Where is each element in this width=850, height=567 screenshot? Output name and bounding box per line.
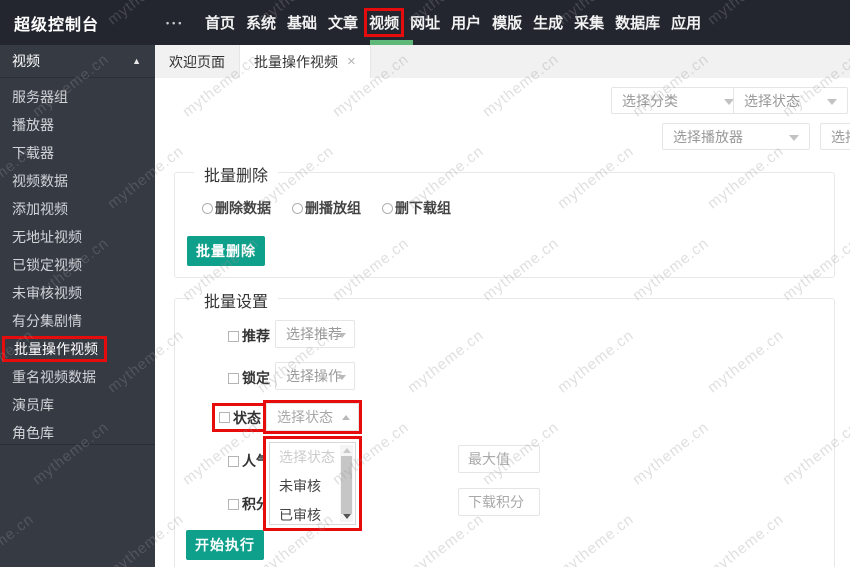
batch-delete-section: 批量删除 (174, 172, 835, 278)
sidebar-item-locked-video[interactable]: 已锁定视频 (0, 251, 155, 279)
chevron-down-icon (338, 375, 346, 380)
nav-item-basic[interactable]: 基础 (282, 10, 322, 35)
downloader-select[interactable]: 选择下载器 (820, 123, 850, 150)
sidebar-item-downloader[interactable]: 下载器 (0, 139, 155, 167)
sidebar-item-no-address-video[interactable]: 无地址视频 (0, 223, 155, 251)
chevron-down-icon (338, 333, 346, 338)
checkbox-icon (228, 499, 239, 510)
radio-delete-data[interactable]: 删除数据 (202, 198, 271, 218)
annotation-box-status-select: 选择状态 (263, 400, 362, 434)
nav-item-article[interactable]: 文章 (323, 10, 363, 35)
recommend-select[interactable]: 选择推荐 (275, 320, 355, 348)
lock-select[interactable]: 选择操作 (275, 362, 355, 390)
radio-delete-download-group[interactable]: 删下载组 (382, 198, 451, 218)
sidebar-item-add-video[interactable]: 添加视频 (0, 195, 155, 223)
tab-batch-operate-video[interactable]: 批量操作视频 × (239, 45, 371, 78)
scroll-down-icon[interactable] (343, 514, 351, 519)
batch-set-legend: 批量设置 (194, 288, 278, 312)
dropdown-scrollbar[interactable] (340, 445, 353, 522)
nav-item-website[interactable]: 网址 (405, 10, 445, 35)
run-button[interactable]: 开始执行 (186, 530, 264, 560)
close-icon[interactable]: × (347, 54, 356, 69)
active-nav-underline (370, 40, 413, 45)
checkbox-icon (219, 412, 230, 423)
radio-delete-play-group[interactable]: 删播放组 (292, 198, 361, 218)
chevron-up-icon: ▲ (132, 56, 141, 66)
recommend-checkbox[interactable]: 推荐 (228, 326, 270, 346)
sidebar-divider (0, 444, 155, 445)
more-icon[interactable]: ••• (166, 0, 184, 45)
admin-console-window: 超级控制台 ••• 首页 系统 基础 文章 视频 网址 用户 模版 生成 采集 … (0, 0, 850, 567)
nav-item-app[interactable]: 应用 (666, 10, 706, 35)
sidebar-menu: 服务器组 播放器 下载器 视频数据 添加视频 无地址视频 已锁定视频 未审核视频… (0, 78, 155, 447)
nav-item-template[interactable]: 模版 (487, 10, 527, 35)
player-select[interactable]: 选择播放器 (662, 123, 810, 150)
sidebar-item-player[interactable]: 播放器 (0, 111, 155, 139)
tab-welcome[interactable]: 欢迎页面 (155, 45, 239, 78)
top-nav: 首页 系统 基础 文章 视频 网址 用户 模版 生成 采集 数据库 应用 (200, 0, 707, 45)
status-dropdown-list: 选择状态 未审核 已审核 (269, 442, 356, 525)
checkbox-icon (228, 331, 239, 342)
checkbox-icon (228, 373, 239, 384)
radio-icon (202, 203, 213, 214)
annotation-box-sidebar: 批量操作视频 (2, 336, 107, 362)
chevron-down-icon (827, 99, 837, 105)
nav-item-database[interactable]: 数据库 (610, 10, 665, 35)
sidebar-item-actor-library[interactable]: 演员库 (0, 391, 155, 419)
scroll-up-icon[interactable] (343, 448, 351, 453)
nav-item-collect[interactable]: 采集 (569, 10, 609, 35)
nav-item-user[interactable]: 用户 (446, 10, 486, 35)
points-input[interactable] (458, 488, 540, 516)
annotation-box-status-dropdown: 选择状态 未审核 已审核 (263, 436, 362, 531)
popularity-max-input[interactable] (458, 445, 540, 473)
sidebar: 视频 ▲ 服务器组 播放器 下载器 视频数据 添加视频 无地址视频 已锁定视频 … (0, 45, 155, 567)
app-title: 超级控制台 (14, 11, 99, 35)
status-filter-select[interactable]: 选择状态 (733, 87, 848, 114)
sidebar-group-label: 视频 (12, 51, 40, 71)
sidebar-item-server-group[interactable]: 服务器组 (0, 83, 155, 111)
nav-item-home[interactable]: 首页 (200, 10, 240, 35)
sidebar-group-video[interactable]: 视频 ▲ (0, 45, 155, 78)
lock-checkbox[interactable]: 锁定 (228, 368, 270, 388)
sidebar-item-video-data[interactable]: 视频数据 (0, 167, 155, 195)
sidebar-item-batch-operate-video[interactable]: 批量操作视频 (0, 335, 155, 363)
sidebar-item-role-library[interactable]: 角色库 (0, 419, 155, 447)
nav-item-system[interactable]: 系统 (241, 10, 281, 35)
sidebar-item-episode-plot[interactable]: 有分集剧情 (0, 307, 155, 335)
checkbox-icon (228, 456, 239, 467)
chevron-up-icon (342, 415, 350, 420)
radio-icon (382, 203, 393, 214)
topbar: 超级控制台 ••• 首页 系统 基础 文章 视频 网址 用户 模版 生成 采集 … (0, 0, 850, 45)
nav-item-video[interactable]: 视频 (364, 8, 404, 37)
batch-delete-legend: 批量删除 (194, 162, 278, 186)
sidebar-item-unreviewed-video[interactable]: 未审核视频 (0, 279, 155, 307)
category-select[interactable]: 选择分类 (611, 87, 745, 114)
batch-delete-button[interactable]: 批量删除 (187, 236, 265, 266)
batch-delete-radios: 删除数据 删播放组 删下载组 (202, 198, 472, 218)
status-checkbox[interactable]: 状态 (219, 408, 261, 428)
tabbar: 欢迎页面 批量操作视频 × (155, 45, 850, 78)
nav-item-generate[interactable]: 生成 (528, 10, 568, 35)
scrollbar-thumb[interactable] (341, 456, 352, 514)
chevron-down-icon (789, 135, 799, 141)
sidebar-item-duplicate-video-data[interactable]: 重名视频数据 (0, 363, 155, 391)
status-select[interactable]: 选择状态 (266, 403, 359, 431)
radio-icon (292, 203, 303, 214)
annotation-box-status-checkbox: 状态 (212, 403, 266, 432)
